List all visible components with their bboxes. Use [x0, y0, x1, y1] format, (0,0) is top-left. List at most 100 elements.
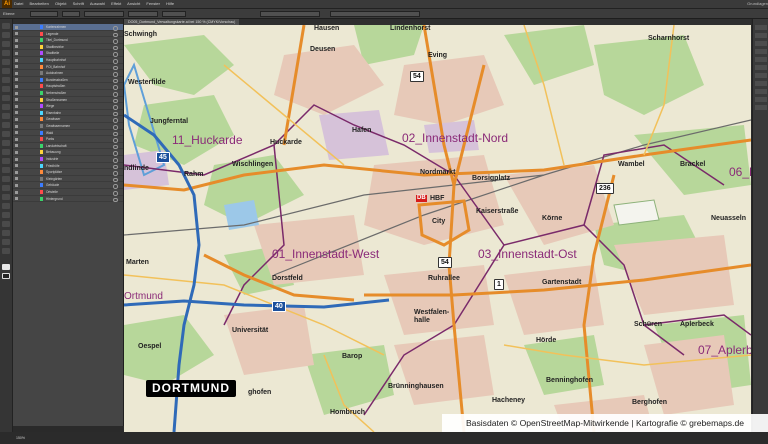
- gradient-panel-icon[interactable]: [755, 65, 767, 70]
- menu-fenster[interactable]: Fenster: [146, 1, 160, 6]
- hand-tool-icon[interactable]: [2, 239, 10, 245]
- menu-bearbeiten[interactable]: Bearbeiten: [29, 1, 48, 6]
- visibility-eye-icon[interactable]: [15, 91, 18, 95]
- menu-effekt[interactable]: Effekt: [111, 1, 121, 6]
- visibility-eye-icon[interactable]: [15, 144, 18, 148]
- visibility-eye-icon[interactable]: [15, 197, 18, 201]
- transform-controls[interactable]: [330, 10, 420, 17]
- layers-panel-icon[interactable]: [755, 97, 767, 102]
- color-panel-icon[interactable]: [755, 25, 767, 30]
- layer-row[interactable]: Gewässer: [13, 116, 123, 123]
- visibility-eye-icon[interactable]: [15, 58, 18, 62]
- layer-row[interactable]: Wald: [13, 130, 123, 137]
- visibility-eye-icon[interactable]: [15, 137, 18, 141]
- visibility-eye-icon[interactable]: [15, 84, 18, 88]
- layer-row[interactable]: Nebenstraßen: [13, 90, 123, 97]
- visibility-eye-icon[interactable]: [15, 38, 18, 42]
- visibility-eye-icon[interactable]: [15, 177, 18, 181]
- mesh-tool-icon[interactable]: [2, 167, 10, 173]
- stroke-control[interactable]: [62, 10, 80, 17]
- layer-row[interactable]: Kleingärten: [13, 176, 123, 183]
- layer-row[interactable]: Sportplätze: [13, 169, 123, 176]
- eyedropper-tool-icon[interactable]: [2, 185, 10, 191]
- layer-row[interactable]: Straßennamen: [13, 97, 123, 104]
- gradient-tool-icon[interactable]: [2, 176, 10, 182]
- artboard-canvas[interactable]: 11_Huckarde 02_Innenstadt-Nord 01_Innens…: [124, 25, 751, 432]
- visibility-eye-icon[interactable]: [15, 150, 18, 154]
- visibility-eye-icon[interactable]: [15, 32, 18, 36]
- pencil-tool-icon[interactable]: [2, 95, 10, 101]
- symbol-sprayer-tool-icon[interactable]: [2, 203, 10, 209]
- visibility-eye-icon[interactable]: [15, 124, 18, 128]
- menu-auswahl[interactable]: Auswahl: [90, 1, 105, 6]
- graphic-styles-panel-icon[interactable]: [755, 89, 767, 94]
- visibility-eye-icon[interactable]: [15, 65, 18, 69]
- artboard-tool-icon[interactable]: [2, 221, 10, 227]
- opacity-control[interactable]: [128, 10, 158, 17]
- width-tool-icon[interactable]: [2, 131, 10, 137]
- layer-row[interactable]: Hauptbahnhof: [13, 57, 123, 64]
- stroke-panel-icon[interactable]: [755, 57, 767, 62]
- layer-row[interactable]: Parks: [13, 136, 123, 143]
- visibility-eye-icon[interactable]: [15, 157, 18, 161]
- visibility-eye-icon[interactable]: [15, 111, 18, 115]
- visibility-eye-icon[interactable]: [15, 131, 18, 135]
- brush-tool-icon[interactable]: [2, 86, 10, 92]
- fill-control[interactable]: [30, 10, 58, 17]
- visibility-eye-icon[interactable]: [15, 71, 18, 75]
- visibility-eye-icon[interactable]: [15, 45, 18, 49]
- layer-row[interactable]: Hintergrund: [13, 196, 123, 203]
- menu-hilfe[interactable]: Hilfe: [166, 1, 174, 6]
- layer-row[interactable]: Ortsteile: [13, 189, 123, 196]
- direct-selection-tool-icon[interactable]: [2, 32, 10, 38]
- layer-row[interactable]: Friedhöfe: [13, 163, 123, 170]
- transparency-panel-icon[interactable]: [755, 73, 767, 78]
- visibility-eye-icon[interactable]: [15, 183, 18, 187]
- stroke-weight-control[interactable]: [84, 10, 124, 17]
- layer-row[interactable]: Eisenbahn: [13, 110, 123, 117]
- rectangle-tool-icon[interactable]: [2, 77, 10, 83]
- zoom-level[interactable]: 150%: [16, 436, 25, 440]
- stroke-swatch-icon[interactable]: [2, 273, 10, 279]
- layer-row[interactable]: Kartenrahmen: [13, 24, 123, 31]
- visibility-eye-icon[interactable]: [15, 25, 18, 29]
- graph-tool-icon[interactable]: [2, 212, 10, 218]
- visibility-eye-icon[interactable]: [15, 51, 18, 55]
- artboards-panel-icon[interactable]: [755, 105, 767, 110]
- layer-row[interactable]: Hauptstraßen: [13, 83, 123, 90]
- shape-builder-tool-icon[interactable]: [2, 149, 10, 155]
- visibility-eye-icon[interactable]: [15, 98, 18, 102]
- pen-tool-icon[interactable]: [2, 50, 10, 56]
- layer-row[interactable]: POI_Bahnhof: [13, 64, 123, 71]
- layer-row[interactable]: Bebauung: [13, 149, 123, 156]
- rotate-tool-icon[interactable]: [2, 113, 10, 119]
- menu-schrift[interactable]: Schrift: [73, 1, 84, 6]
- visibility-eye-icon[interactable]: [15, 104, 18, 108]
- fill-swatch-icon[interactable]: [2, 264, 10, 270]
- selection-tool-icon[interactable]: [2, 23, 10, 29]
- blend-tool-icon[interactable]: [2, 194, 10, 200]
- layer-row[interactable]: Gebäude: [13, 182, 123, 189]
- visibility-eye-icon[interactable]: [15, 117, 18, 121]
- type-tool-icon[interactable]: [2, 59, 10, 65]
- magic-wand-tool-icon[interactable]: [2, 41, 10, 47]
- visibility-eye-icon[interactable]: [15, 78, 18, 82]
- menu-datei[interactable]: Datei: [14, 1, 23, 6]
- layer-row[interactable]: Wege: [13, 103, 123, 110]
- layer-row[interactable]: Titel_Dortmund: [13, 37, 123, 44]
- zoom-tool-icon[interactable]: [2, 248, 10, 254]
- scale-tool-icon[interactable]: [2, 122, 10, 128]
- swatches-panel-icon[interactable]: [755, 33, 767, 38]
- slice-tool-icon[interactable]: [2, 230, 10, 236]
- menu-objekt[interactable]: Objekt: [55, 1, 67, 6]
- layer-row[interactable]: Bundesstraßen: [13, 77, 123, 84]
- workspace-switcher[interactable]: Grundlagen: [741, 0, 768, 8]
- layer-target-icon[interactable]: [113, 197, 118, 203]
- menu-ansicht[interactable]: Ansicht: [127, 1, 140, 6]
- appearance-panel-icon[interactable]: [755, 81, 767, 86]
- layer-row[interactable]: Stadtbezirke: [13, 44, 123, 51]
- symbols-panel-icon[interactable]: [755, 49, 767, 54]
- layer-row[interactable]: Industrie: [13, 156, 123, 163]
- free-transform-tool-icon[interactable]: [2, 140, 10, 146]
- layer-row[interactable]: Landwirtschaft: [13, 143, 123, 150]
